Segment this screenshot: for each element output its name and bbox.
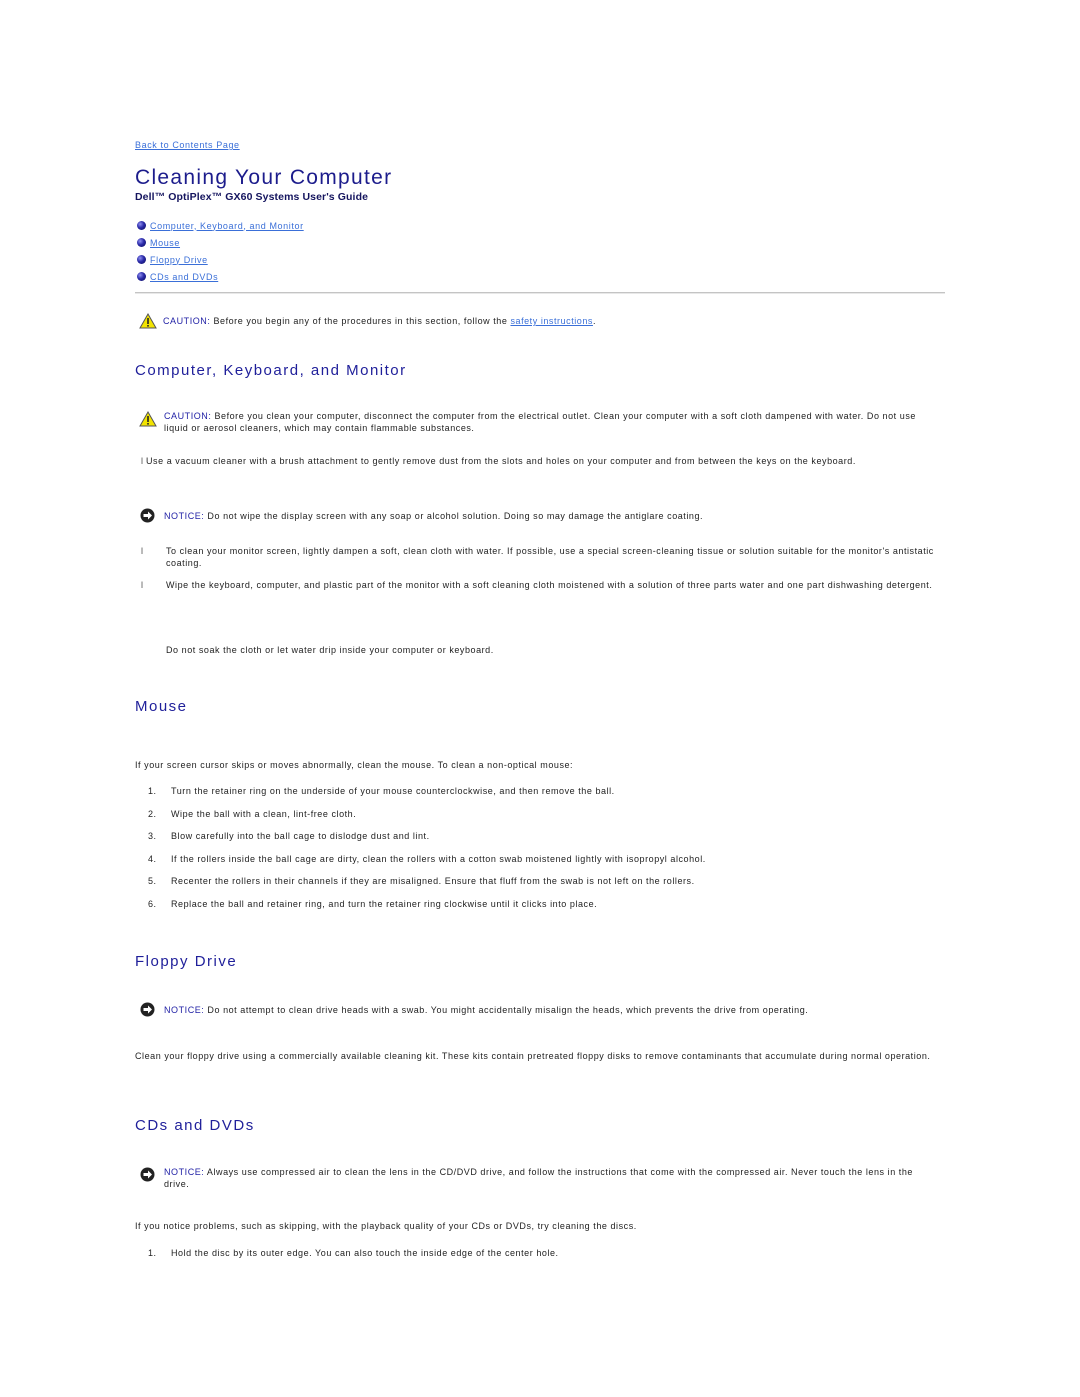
step-number: 1. — [148, 786, 157, 796]
toc-link-computer-keyboard-monitor[interactable]: Computer, Keyboard, and Monitor — [150, 221, 304, 231]
toc-link-cds-dvds[interactable]: CDs and DVDs — [150, 272, 218, 282]
step-text: Blow carefully into the ball cage to dis… — [171, 831, 430, 842]
cds-steps-list: 1. Hold the disc by its outer edge. You … — [148, 1247, 559, 1259]
toc-item[interactable]: Computer, Keyboard, and Monitor — [135, 217, 304, 234]
caution-text: Before you clean your computer, disconne… — [164, 411, 916, 433]
page-subtitle: Dell™ OptiPlex™ GX60 Systems User's Guid… — [135, 191, 369, 203]
list-item: 4. If the rollers inside the ball cage a… — [148, 853, 706, 876]
step-text: Replace the ball and retainer ring, and … — [171, 898, 598, 909]
arrow-circle-icon — [140, 1002, 155, 1017]
notice-computer: NOTICE: Do not wipe the display screen w… — [140, 508, 940, 523]
bullet-text: To clean your monitor screen, lightly da… — [166, 546, 934, 568]
step-text: Turn the retainer ring on the underside … — [171, 786, 615, 796]
notice-floppy: NOTICE: Do not attempt to clean drive he… — [140, 1002, 940, 1017]
divider — [135, 292, 945, 294]
step-number: 3. — [148, 831, 157, 842]
list-item: 2. Wipe the ball with a clean, lint-free… — [148, 808, 706, 831]
list-item: 5. Recenter the rollers in their channel… — [148, 875, 706, 898]
warning-triangle-icon — [139, 313, 157, 329]
floppy-text: Clean your floppy drive using a commerci… — [135, 1051, 931, 1061]
mouse-intro: If your screen cursor skips or moves abn… — [135, 760, 574, 770]
list-item: l To clean your monitor screen, lightly … — [141, 545, 936, 569]
notice-text: Do not attempt to clean drive heads with… — [204, 1004, 809, 1015]
step-number: 1. — [148, 1248, 157, 1258]
caution-label: CAUTION: — [163, 316, 211, 326]
step-number: 2. — [148, 808, 157, 819]
step-number: 6. — [148, 898, 157, 909]
bullet-marker: l — [141, 580, 144, 590]
page-title: Cleaning Your Computer — [135, 166, 393, 189]
blue-ball-bullet-icon — [137, 221, 146, 230]
arrow-circle-icon — [140, 1167, 155, 1182]
notice-label: NOTICE: — [164, 1167, 205, 1177]
step-number: 5. — [148, 876, 157, 887]
caution-computer: CAUTION: Before you clean your computer,… — [139, 410, 939, 434]
blue-ball-bullet-icon — [137, 238, 146, 247]
arrow-circle-icon — [140, 508, 155, 523]
list-item: 6. Replace the ball and retainer ring, a… — [148, 898, 706, 921]
bullet-marker: l — [141, 546, 144, 556]
section-heading-computer: Computer, Keyboard, and Monitor — [135, 362, 407, 379]
notice-text: Always use compressed air to clean the l… — [164, 1167, 913, 1189]
list-item: 1. Hold the disc by its outer edge. You … — [148, 1247, 559, 1259]
cds-intro: If you notice problems, such as skipping… — [135, 1221, 637, 1231]
warning-triangle-icon — [139, 411, 157, 427]
list-item: 1. Turn the retainer ring on the undersi… — [148, 785, 706, 808]
list-item: 3. Blow carefully into the ball cage to … — [148, 830, 706, 853]
notice-label: NOTICE: — [164, 1004, 205, 1015]
section-heading-cds: CDs and DVDs — [135, 1117, 255, 1134]
list-item: l Wipe the keyboard, computer, and plast… — [141, 579, 936, 591]
notice-label: NOTICE: — [164, 510, 205, 521]
caution-top: CAUTION: Before you begin any of the pro… — [139, 313, 596, 329]
bullet-text: Use a vacuum cleaner with a brush attach… — [146, 456, 856, 466]
toc-link-floppy-drive[interactable]: Floppy Drive — [150, 255, 208, 265]
caution-text: Before you begin any of the procedures i… — [210, 316, 511, 326]
mouse-steps-list: 1. Turn the retainer ring on the undersi… — [148, 785, 706, 921]
table-of-contents: Computer, Keyboard, and Monitor Mouse Fl… — [135, 217, 304, 285]
notice-cds: NOTICE: Always use compressed air to cle… — [140, 1166, 940, 1190]
notice-text: Do not wipe the display screen with any … — [204, 510, 704, 521]
blue-ball-bullet-icon — [137, 272, 146, 281]
section-heading-floppy: Floppy Drive — [135, 953, 238, 970]
step-number: 4. — [148, 853, 157, 864]
toc-item[interactable]: CDs and DVDs — [135, 268, 304, 285]
note-text: Do not soak the cloth or let water drip … — [166, 645, 494, 655]
blue-ball-bullet-icon — [137, 255, 146, 264]
step-text: Hold the disc by its outer edge. You can… — [171, 1248, 559, 1258]
toc-item[interactable]: Mouse — [135, 234, 304, 251]
back-to-contents-link[interactable]: Back to Contents Page — [135, 140, 240, 150]
step-text: Wipe the ball with a clean, lint-free cl… — [171, 808, 357, 819]
bullet-text: Wipe the keyboard, computer, and plastic… — [166, 580, 933, 590]
toc-item[interactable]: Floppy Drive — [135, 251, 304, 268]
section-heading-mouse: Mouse — [135, 698, 188, 715]
step-text: If the rollers inside the ball cage are … — [171, 853, 706, 864]
step-text: Recenter the rollers in their channels i… — [171, 876, 695, 887]
caution-text-end: . — [592, 316, 597, 326]
caution-label: CAUTION: — [164, 411, 212, 421]
safety-instructions-link[interactable]: safety instructions — [510, 316, 592, 326]
list-item: l Use a vacuum cleaner with a brush atta… — [141, 455, 936, 467]
toc-link-mouse[interactable]: Mouse — [150, 238, 180, 248]
